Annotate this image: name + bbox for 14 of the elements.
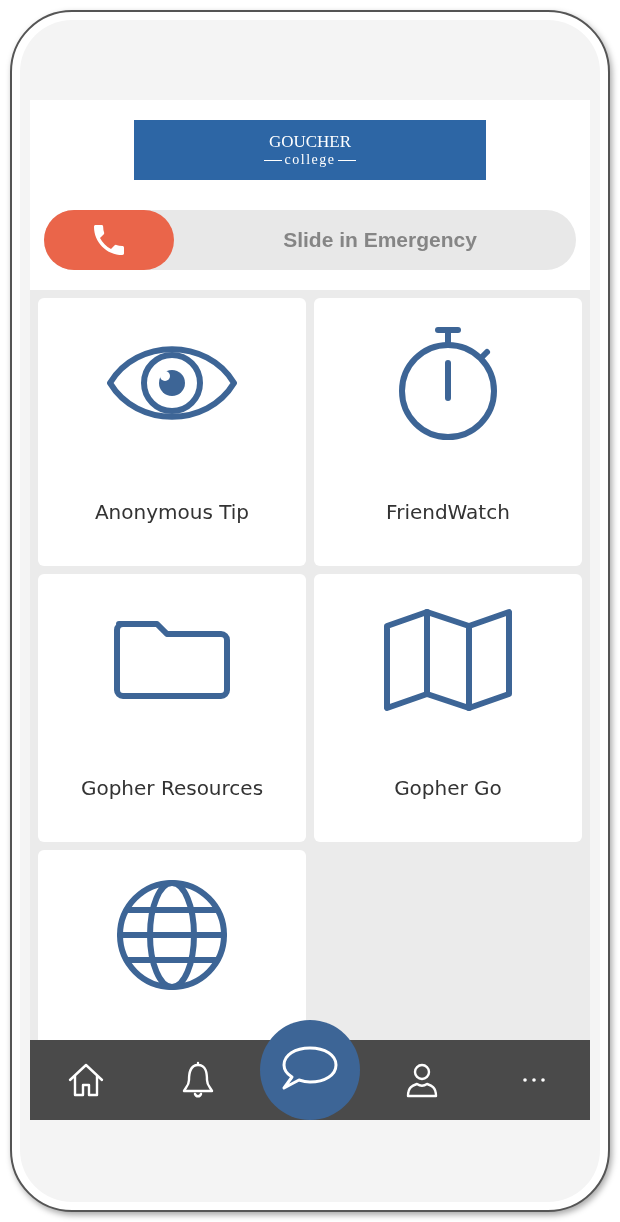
feature-tile[interactable] <box>38 850 306 1040</box>
slider-label: Slide in Emergency <box>282 228 478 252</box>
feature-tile[interactable]: FriendWatch <box>314 298 582 566</box>
more-icon <box>522 1077 546 1083</box>
feature-tile[interactable]: Gopher Resources <box>38 574 306 842</box>
logo-subtitle: college <box>284 152 336 168</box>
feature-tile[interactable]: Gopher Go <box>314 574 582 842</box>
tile-label: Gopher Go <box>394 776 502 800</box>
slider-thumb[interactable] <box>44 210 174 270</box>
tile-label: FriendWatch <box>386 500 510 524</box>
tile-label: Gopher Resources <box>80 776 264 800</box>
feature-tile[interactable]: Anonymous Tip <box>38 298 306 566</box>
tile-label: Anonymous Tip <box>94 500 250 524</box>
logo-name: GOUCHER <box>268 132 352 152</box>
